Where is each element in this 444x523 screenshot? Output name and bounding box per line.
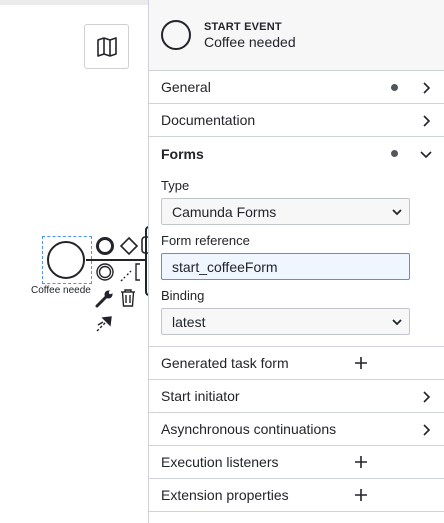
modeler-app: Coffee neede START EVENT Coffee needed G… [0,0,444,523]
binding-label: Binding [161,288,205,303]
properties-panel: START EVENT Coffee needed General Docume… [148,0,444,523]
chevron-right-icon [423,391,431,403]
group-generated-task-form[interactable]: Generated task form [149,347,444,380]
panel-header: START EVENT Coffee needed [149,0,444,71]
chevron-down-icon [392,209,402,216]
connect-button[interactable] [95,313,115,333]
element-name-label: Coffee needed [204,34,296,50]
form-reference-label: Form reference [161,233,250,248]
group-extension-properties[interactable]: Extension properties [149,479,444,512]
start-event-label[interactable]: Coffee neede [31,285,91,296]
group-documentation[interactable]: Documentation [149,104,444,137]
start-event-icon [161,20,191,50]
chevron-right-icon [423,82,431,94]
chevron-right-icon [423,424,431,436]
intermediate-event-icon [96,263,114,281]
text-annotation-icon [120,263,140,282]
diagram-canvas[interactable]: Coffee neede [0,0,148,523]
group-execution-listeners-label: Execution listeners [161,454,279,470]
binding-value: latest [172,313,206,330]
task-icon [141,236,148,254]
form-type-select[interactable]: Camunda Forms [161,198,410,225]
group-documentation-label: Documentation [161,112,256,128]
change-type-button[interactable] [95,289,115,309]
group-async-continuations-label: Asynchronous continuations [161,421,337,437]
plus-icon[interactable] [354,356,368,370]
wrench-icon [95,290,113,308]
trash-icon [121,289,135,307]
map-icon [96,36,117,57]
plus-icon[interactable] [354,455,368,469]
chevron-down-icon [392,319,402,326]
append-gateway-button[interactable] [119,236,139,256]
group-generated-task-form-label: Generated task form [161,355,289,371]
group-execution-listeners[interactable]: Execution listeners [149,446,444,479]
group-start-initiator-label: Start initiator [161,388,240,404]
group-start-initiator[interactable]: Start initiator [149,380,444,413]
append-intermediate-event-button[interactable] [95,262,115,282]
start-event-shape[interactable] [47,241,85,279]
data-marker-icon [391,84,398,91]
delete-button[interactable] [119,288,137,308]
connect-icon [96,316,112,332]
canvas-top-border [0,0,148,5]
group-general[interactable]: General [149,71,444,104]
chevron-down-icon [420,151,432,159]
form-reference-value: start_coffeeForm [172,258,278,275]
group-forms[interactable]: Forms [149,137,444,170]
group-extension-properties-label: Extension properties [161,487,289,503]
forms-group-body: Type Camunda Forms Form reference start_… [149,170,444,347]
group-general-label: General [161,79,211,95]
type-label: Type [161,178,190,193]
group-async-continuations[interactable]: Asynchronous continuations [149,413,444,446]
form-type-value: Camunda Forms [172,203,277,220]
plus-icon[interactable] [354,488,368,502]
data-marker-icon [391,150,398,157]
chevron-right-icon [423,115,431,127]
form-reference-input[interactable]: start_coffeeForm [161,253,410,280]
element-type-label: START EVENT [204,21,282,33]
append-text-annotation-button[interactable] [120,262,142,282]
append-end-event-button[interactable] [95,236,115,256]
gateway-icon [119,236,139,256]
end-event-icon [96,237,114,255]
sequence-flow[interactable] [86,259,148,261]
append-task-button[interactable] [141,236,148,254]
group-forms-label: Forms [161,145,204,162]
binding-select[interactable]: latest [161,308,410,335]
minimap-toggle-button[interactable] [84,24,129,69]
